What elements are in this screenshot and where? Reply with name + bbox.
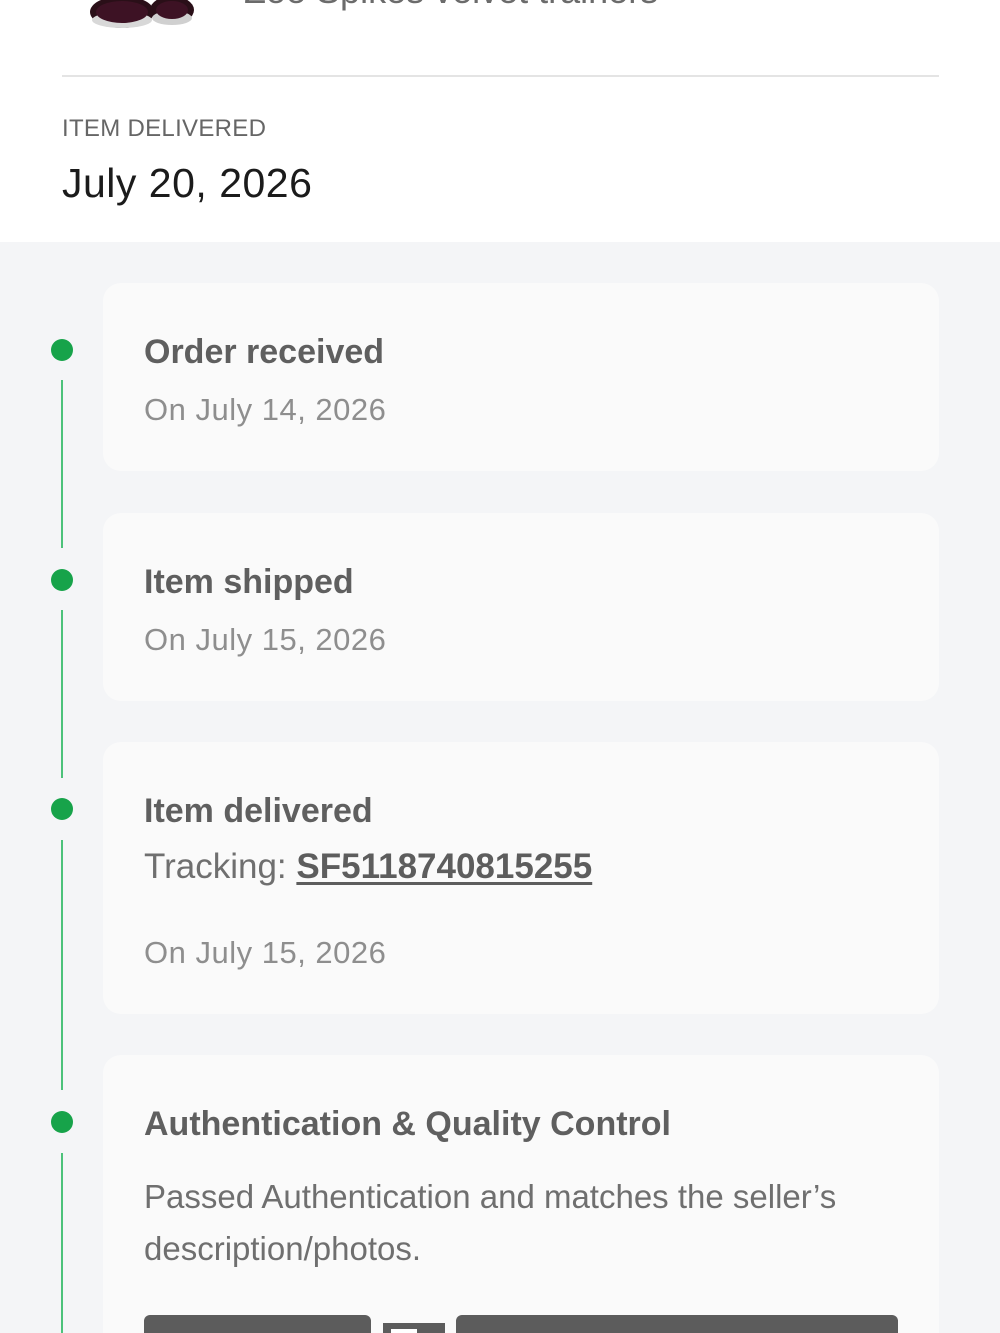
bottom-button-right[interactable] <box>456 1315 898 1333</box>
delivery-status-label: ITEM DELIVERED <box>62 115 267 142</box>
document-icon[interactable] <box>383 1323 445 1333</box>
step-title: Item delivered <box>144 792 373 830</box>
timeline-dot-icon <box>51 569 73 591</box>
section-divider <box>62 75 939 77</box>
step-date: On July 15, 2026 <box>144 622 387 657</box>
timeline-connector <box>61 1153 63 1333</box>
order-timeline: Order received On July 14, 2026 Item shi… <box>0 242 1000 1333</box>
step-date: On July 15, 2026 <box>144 935 387 970</box>
item-thumbnail-image[interactable] <box>84 0 194 30</box>
item-title: Zoe Spikes velvet trainers <box>244 0 658 12</box>
timeline-step-item-shipped: Item shipped On July 15, 2026 <box>103 513 939 701</box>
timeline-dot-icon <box>51 798 73 820</box>
timeline-dot-icon <box>51 339 73 361</box>
tracking-label: Tracking: <box>144 847 287 886</box>
item-header: Zoe Spikes velvet trainers <box>0 0 1000 78</box>
step-date: On July 14, 2026 <box>144 392 387 427</box>
tracking-number-link[interactable]: SF5118740815255 <box>296 847 592 886</box>
step-description: Passed Authentication and matches the se… <box>144 1178 837 1267</box>
step-title: Item shipped <box>144 563 354 601</box>
timeline-step-authentication: Authentication & Quality Control Passed … <box>103 1055 939 1333</box>
step-title: Authentication & Quality Control <box>144 1105 671 1143</box>
timeline-dot-icon <box>51 1111 73 1133</box>
step-title: Order received <box>144 333 385 371</box>
bottom-button-left[interactable] <box>144 1315 371 1333</box>
tracking-info: Tracking: SF5118740815255 <box>144 841 864 893</box>
timeline-connector <box>61 610 63 778</box>
timeline-step-item-delivered: Item delivered Tracking: SF5118740815255… <box>103 742 939 1014</box>
timeline-connector <box>61 380 63 548</box>
timeline-connector <box>61 840 63 1090</box>
timeline-step-order-received: Order received On July 14, 2026 <box>103 283 939 471</box>
delivery-date: July 20, 2026 <box>62 160 313 206</box>
